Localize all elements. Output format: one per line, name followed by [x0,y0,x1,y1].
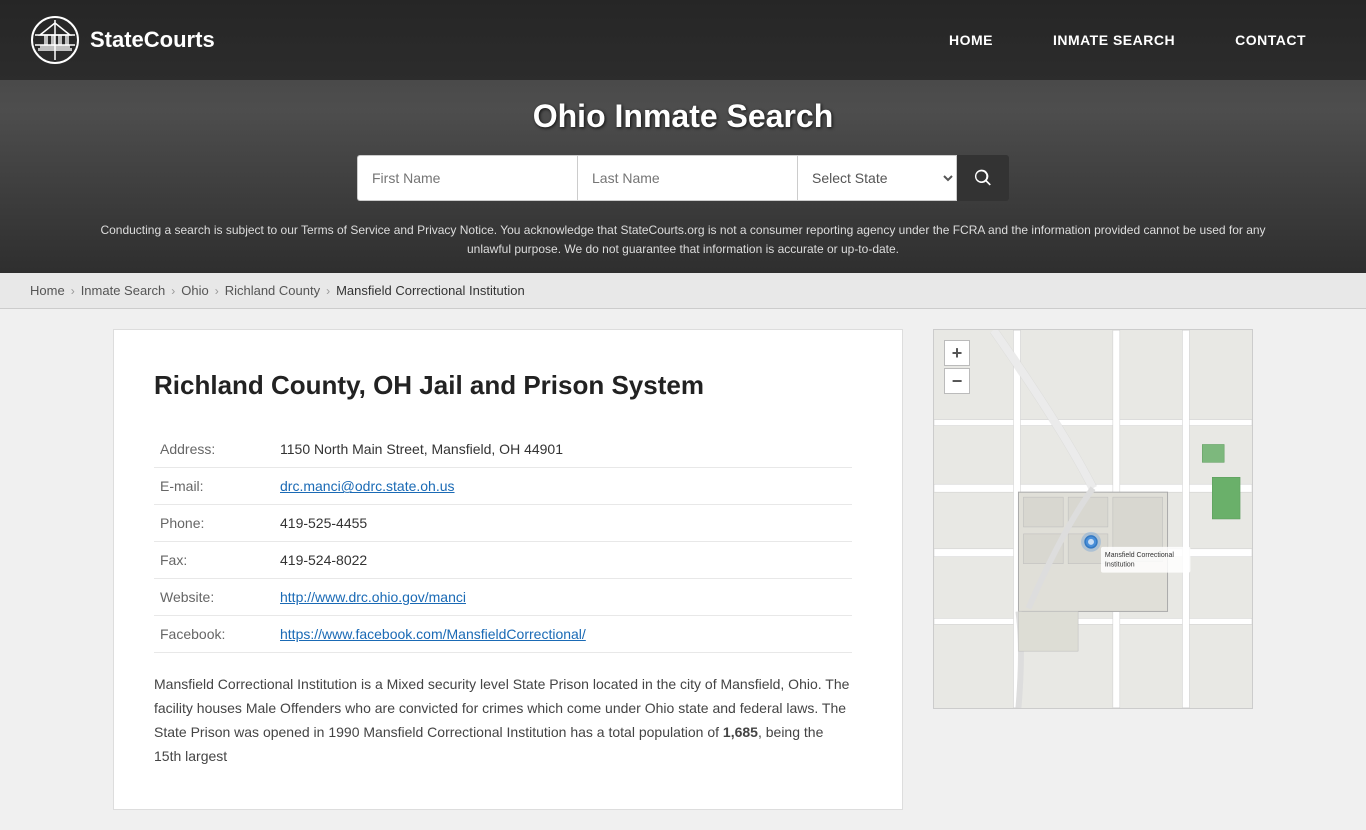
address-row: Address: 1150 North Main Street, Mansfie… [154,431,852,468]
population-value: 1,685 [723,724,758,740]
logo-text: StateCourts [90,27,215,53]
map-zoom-in-button[interactable]: + [944,340,970,366]
fax-row: Fax: 419-524-8022 [154,542,852,579]
facebook-label: Facebook: [154,616,274,653]
svg-text:Institution: Institution [1105,562,1135,569]
facebook-value: https://www.facebook.com/MansfieldCorrec… [274,616,852,653]
breadcrumb-sep-2: › [171,284,175,298]
content-card: Richland County, OH Jail and Prison Syst… [113,329,903,809]
map-svg: Mansfield Correctional Institution [934,330,1252,708]
breadcrumb-home[interactable]: Home [30,283,65,298]
website-value: http://www.drc.ohio.gov/manci [274,579,852,616]
breadcrumb: Home › Inmate Search › Ohio › Richland C… [0,273,1366,309]
phone-row: Phone: 419-525-4455 [154,505,852,542]
disclaimer: Conducting a search is subject to our Te… [0,215,1366,273]
breadcrumb-current: Mansfield Correctional Institution [336,283,525,298]
state-select[interactable]: Select StateAlabamaAlaskaArizonaArkansas… [797,155,957,201]
header-title-area: Ohio Inmate Search [0,80,1366,145]
main-content: Richland County, OH Jail and Prison Syst… [93,309,1273,829]
nav-links: HOME INMATE SEARCH CONTACT [919,0,1336,80]
map-zoom-out-button[interactable]: − [944,368,970,394]
first-name-input[interactable] [357,155,577,201]
address-value: 1150 North Main Street, Mansfield, OH 44… [274,431,852,468]
facebook-row: Facebook: https://www.facebook.com/Mansf… [154,616,852,653]
address-label: Address: [154,431,274,468]
search-bar: Select StateAlabamaAlaskaArizonaArkansas… [0,145,1366,215]
website-label: Website: [154,579,274,616]
breadcrumb-sep-4: › [326,284,330,298]
search-icon [973,168,993,188]
email-link[interactable]: drc.manci@odrc.state.oh.us [280,478,455,494]
email-value: drc.manci@odrc.state.oh.us [274,468,852,505]
fax-label: Fax: [154,542,274,579]
website-row: Website: http://www.drc.ohio.gov/manci [154,579,852,616]
facebook-link[interactable]: https://www.facebook.com/MansfieldCorrec… [280,626,586,642]
logo[interactable]: StateCourts [30,15,215,65]
svg-text:Mansfield Correctional: Mansfield Correctional [1105,552,1174,559]
navigation: StateCourts HOME INMATE SEARCH CONTACT [0,0,1366,80]
breadcrumb-sep-1: › [71,284,75,298]
last-name-input[interactable] [577,155,797,201]
phone-value: 419-525-4455 [274,505,852,542]
page-title: Ohio Inmate Search [0,98,1366,135]
fax-value: 419-524-8022 [274,542,852,579]
map-container: + − [933,329,1253,709]
map-area: + − [933,329,1253,809]
facility-info-table: Address: 1150 North Main Street, Mansfie… [154,431,852,653]
facility-description: Mansfield Correctional Institution is a … [154,673,852,768]
phone-label: Phone: [154,505,274,542]
facility-title: Richland County, OH Jail and Prison Syst… [154,370,852,401]
nav-home[interactable]: HOME [919,0,1023,80]
email-row: E-mail: drc.manci@odrc.state.oh.us [154,468,852,505]
breadcrumb-sep-3: › [215,284,219,298]
search-button[interactable] [957,155,1009,201]
nav-contact[interactable]: CONTACT [1205,0,1336,80]
breadcrumb-county[interactable]: Richland County [225,283,320,298]
breadcrumb-inmate-search[interactable]: Inmate Search [81,283,166,298]
nav-inmate-search[interactable]: INMATE SEARCH [1023,0,1205,80]
website-link[interactable]: http://www.drc.ohio.gov/manci [280,589,466,605]
email-label: E-mail: [154,468,274,505]
privacy-link[interactable]: Privacy Notice [417,223,494,237]
terms-link[interactable]: Terms of Service [301,223,390,237]
breadcrumb-state[interactable]: Ohio [181,283,208,298]
